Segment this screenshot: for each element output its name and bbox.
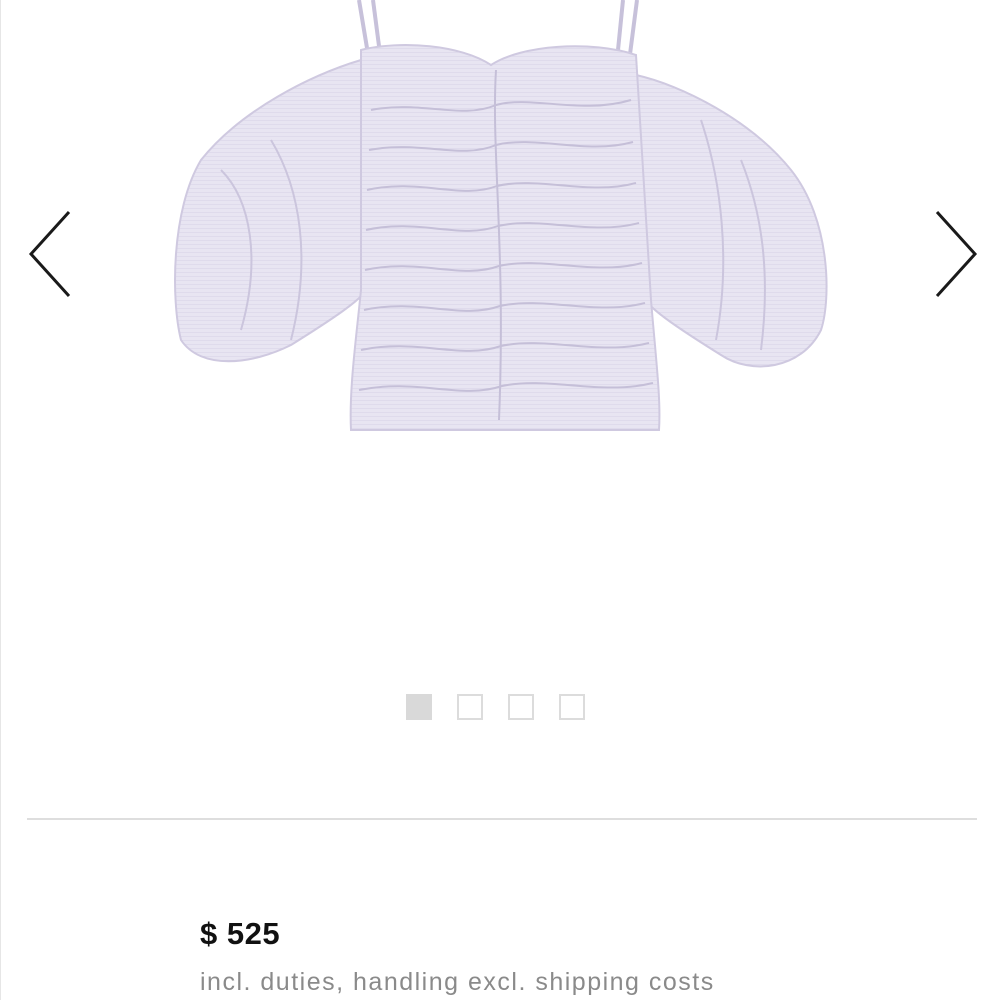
next-image-button[interactable] bbox=[931, 200, 987, 310]
pagination-dot-1[interactable] bbox=[406, 694, 432, 720]
product-image[interactable] bbox=[161, 0, 841, 450]
section-divider bbox=[27, 818, 977, 820]
image-gallery bbox=[1, 0, 1000, 760]
pagination-dot-3[interactable] bbox=[508, 694, 534, 720]
pagination-dot-4[interactable] bbox=[559, 694, 585, 720]
garment-illustration bbox=[174, 0, 828, 431]
chevron-left-icon bbox=[28, 210, 71, 298]
pagination-dot-2[interactable] bbox=[457, 694, 483, 720]
product-page: $ 525 incl. duties, handling excl. shipp… bbox=[0, 0, 1000, 1000]
gallery-pagination bbox=[406, 694, 585, 720]
product-price: $ 525 bbox=[200, 916, 281, 951]
chevron-right-icon bbox=[935, 210, 978, 298]
price-note: incl. duties, handling excl. shipping co… bbox=[200, 968, 715, 996]
previous-image-button[interactable] bbox=[19, 200, 75, 310]
